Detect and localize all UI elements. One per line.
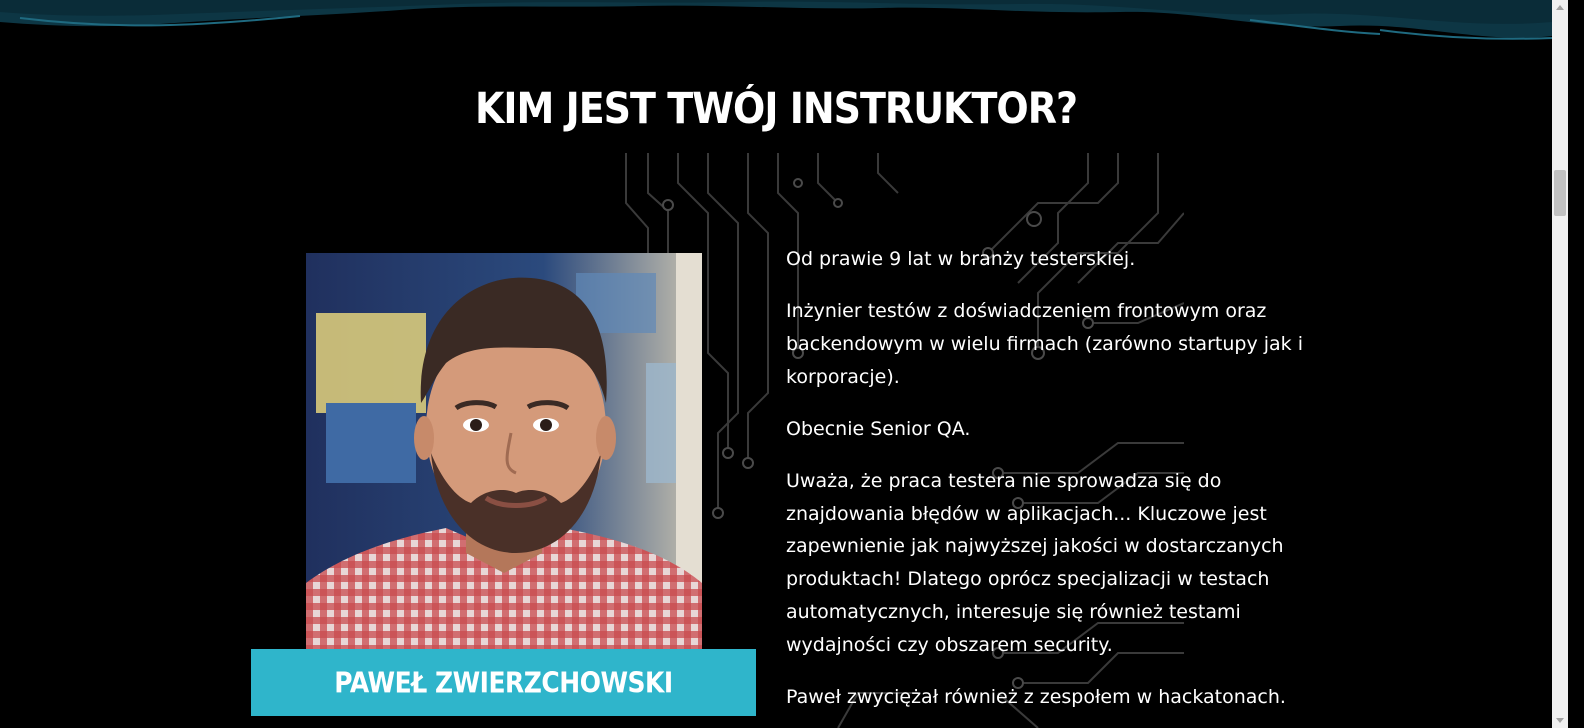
- bio-paragraph: Paweł zwyciężał również z zespołem w hac…: [786, 685, 1286, 708]
- scrollbar-thumb[interactable]: [1554, 170, 1566, 216]
- bio-paragraph: Od prawie 9 lat w branży testerskiej.: [786, 248, 1136, 270]
- bio-paragraph: Obecnie Senior QA.: [786, 417, 971, 440]
- scroll-down-arrow-icon[interactable]: [1556, 718, 1564, 723]
- section-title: KIM JEST TWÓJ INSTRUKTOR?: [474, 84, 1078, 134]
- page-scrollbar[interactable]: [1552, 0, 1568, 728]
- scroll-up-arrow-icon[interactable]: [1556, 5, 1564, 10]
- instructor-photo-image: [306, 253, 702, 649]
- instructor-photo: [306, 253, 702, 649]
- instructor-bio: Od prawie 9 lat w branży testerskiej. In…: [786, 243, 1316, 728]
- bio-paragraph: Inżynier testów z doświadczeniem frontow…: [786, 300, 1303, 388]
- top-wave-decoration: [0, 0, 1552, 40]
- bio-paragraph: Uważa, że praca testera nie sprowadza si…: [786, 470, 1284, 656]
- instructor-name: PAWEŁ ZWIERZCHOWSKI: [334, 665, 673, 700]
- instructor-name-banner: PAWEŁ ZWIERZCHOWSKI: [251, 649, 756, 716]
